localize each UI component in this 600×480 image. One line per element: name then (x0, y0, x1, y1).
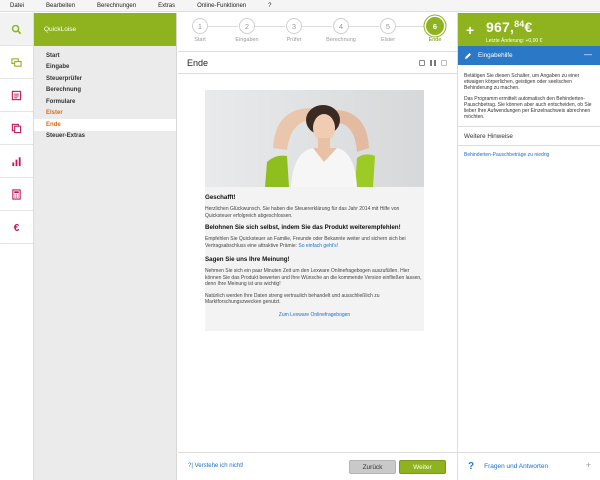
text-survey-invite: Nehmen Sie sich ein paar Minuten Zeit um… (205, 268, 422, 287)
step-label: Elster (380, 37, 396, 43)
main-content: Geschafft! Herzlichen Glückwunsch. Sie h… (178, 75, 457, 452)
nav-item-eingabe[interactable]: Eingabe (34, 62, 176, 74)
step-pruefer[interactable]: 3 Prüfer (274, 18, 314, 43)
step-number: 4 (333, 18, 349, 34)
nav-item-steuer-extras[interactable]: Steuer-Extras (34, 131, 176, 143)
nav-title: QuickLoise (34, 13, 176, 46)
menu-help[interactable]: ? (268, 3, 271, 9)
page-tools (419, 60, 447, 66)
bookmark-icon[interactable] (430, 60, 436, 66)
more-hints-header[interactable]: Weitere Hinweise (458, 126, 600, 146)
woman-relaxing-illustration (205, 90, 424, 187)
nav-item-elster[interactable]: Elster (34, 108, 176, 120)
search-icon (11, 24, 22, 34)
step-label: Start (194, 37, 206, 43)
survey-link[interactable]: Zum Lexware Onlinefragebogen (205, 312, 424, 319)
help-panel-header[interactable]: Eingabehilfe — (458, 46, 600, 65)
menu-datei[interactable]: Datei (10, 3, 24, 9)
form-icon (11, 90, 22, 100)
sidebar-calculator-button[interactable] (0, 178, 33, 211)
nav-item-ende[interactable]: Ende (34, 119, 176, 131)
faq-bar[interactable]: ? Fragen und Antworten + (458, 452, 600, 480)
sidebar-chat-button[interactable] (0, 46, 33, 79)
step-number: 6 (426, 17, 444, 35)
back-button[interactable]: Zurück (349, 460, 396, 474)
help-panel-title: Eingabehilfe (478, 52, 513, 59)
step-number: 3 (286, 18, 302, 34)
step-start[interactable]: 1 Start (180, 18, 220, 43)
nav-item-berechnung[interactable]: Berechnung (34, 85, 176, 97)
text-congratulations: Herzlichen Glückwunsch. Sie haben die St… (205, 206, 400, 219)
recommend-link[interactable]: So einfach geht's! (298, 243, 338, 249)
icon-sidebar: € (0, 13, 34, 480)
menu-berechnungen[interactable]: Berechnungen (97, 3, 136, 9)
sidebar-search-button[interactable] (0, 13, 33, 46)
sidebar-copy-button[interactable] (0, 112, 33, 145)
nav-item-formulare[interactable]: Formulare (34, 96, 176, 108)
sidebar-euro-button[interactable]: € (0, 211, 33, 244)
step-eingaben[interactable]: 2 Eingaben (227, 18, 267, 43)
calculator-icon (12, 188, 21, 200)
step-number: 2 (239, 18, 255, 34)
step-berechnung[interactable]: 4 Berechnung (321, 18, 361, 43)
hint-link[interactable]: Behinderten-Pauschbeträge zu niedrig (458, 146, 600, 164)
page-title: Ende (187, 58, 209, 68)
text-recommend: Empfehlen Sie Quicksteuer an Familie, Fr… (205, 236, 424, 249)
question-icon: ? (468, 461, 475, 472)
step-number: 1 (192, 18, 208, 34)
chat-icon (11, 57, 22, 67)
collapse-icon[interactable]: — (584, 50, 592, 59)
heading-opinion: Sagen Sie uns Ihre Meinung! (205, 256, 290, 263)
help-paragraph: Das Programm ermittelt automatisch den B… (464, 96, 592, 120)
next-button[interactable]: Weiter (399, 460, 446, 474)
refund-currency: € (524, 19, 533, 35)
refund-amount-cents: 84 (514, 19, 525, 29)
faq-label: Fragen und Antworten (484, 463, 549, 470)
refund-amount: 967,84€ (486, 19, 532, 35)
expand-icon[interactable]: + (586, 460, 591, 470)
sidebar-form-button[interactable] (0, 79, 33, 112)
refund-box: + 967,84€ Letzte Änderung: +0,00 € (458, 13, 600, 46)
refund-plus: + (466, 22, 475, 38)
text-privacy: Natürlich werden Ihre Daten streng vertr… (205, 292, 380, 306)
navigation-panel: QuickLoise Start Eingabe Steuerprüfer Be… (34, 13, 177, 480)
refund-amount-main: 967, (486, 19, 515, 35)
step-label: Ende (428, 37, 442, 43)
footer-bar: ?| Verstehe ich nicht! Zurück Weiter (178, 452, 457, 480)
step-label: Berechnung (326, 37, 356, 43)
help-text: Betätigen Sie diesen Schalter, um Angabe… (458, 65, 600, 120)
heading-geschafft: Geschafft! (205, 194, 236, 201)
page-header: Ende (178, 53, 457, 74)
step-number: 5 (380, 18, 396, 34)
help-link[interactable]: ?| Verstehe ich nicht! (188, 463, 244, 469)
nav-item-start[interactable]: Start (34, 50, 176, 62)
sidebar-chart-button[interactable] (0, 145, 33, 178)
heading-recommend: Belohnen Sie sich selbst, indem Sie das … (205, 224, 401, 231)
step-label: Eingaben (235, 37, 259, 43)
menu-online-funktionen[interactable]: Online-Funktionen (197, 3, 246, 9)
svg-text:€: € (14, 223, 20, 233)
print-icon[interactable] (441, 60, 447, 66)
copy-icon (11, 123, 22, 133)
step-label: Prüfer (286, 37, 302, 43)
end-content: Geschafft! Herzlichen Glückwunsch. Sie h… (205, 187, 424, 318)
menu-extras[interactable]: Extras (158, 3, 175, 9)
euro-icon: € (14, 223, 20, 233)
menu-bar: Datei Bearbeiten Berechnungen Extras Onl… (0, 0, 600, 12)
step-indicator: 1 Start 2 Eingaben 3 Prüfer 4 Berechnung… (178, 13, 457, 52)
step-ende[interactable]: 6 Ende (415, 17, 455, 43)
note-icon[interactable] (419, 60, 425, 66)
pencil-icon (465, 52, 471, 59)
right-panel: + 967,84€ Letzte Änderung: +0,00 € Einga… (457, 13, 600, 480)
step-elster[interactable]: 5 Elster (368, 18, 408, 43)
menu-bearbeiten[interactable]: Bearbeiten (46, 3, 75, 9)
bar-chart-icon (12, 156, 21, 166)
end-card: Geschafft! Herzlichen Glückwunsch. Sie h… (205, 90, 424, 331)
refund-last-change: Letzte Änderung: +0,00 € (486, 38, 543, 44)
nav-list: Start Eingabe Steuerprüfer Berechnung Fo… (34, 46, 176, 142)
nav-item-steuerpruefer[interactable]: Steuerprüfer (34, 73, 176, 85)
hero-image (205, 90, 424, 187)
help-paragraph: Betätigen Sie diesen Schalter, um Angabe… (464, 73, 580, 91)
